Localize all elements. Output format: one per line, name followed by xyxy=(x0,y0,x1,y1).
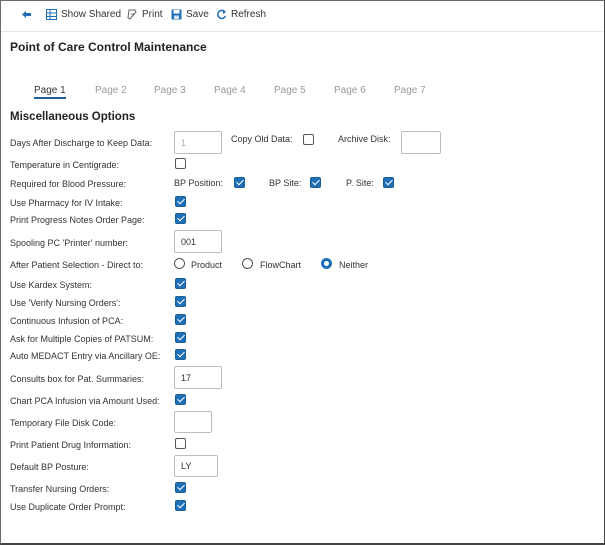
consults-box-input[interactable]: 17 xyxy=(174,366,222,389)
auto-medact-label: Auto MEDACT Entry via Ancillary OE: xyxy=(10,351,161,361)
use-pharmacy-label: Use Pharmacy for IV Intake: xyxy=(10,198,123,208)
radio-product[interactable] xyxy=(174,258,185,269)
toolbar: Show Shared Print Save Refresh xyxy=(1,1,604,32)
chart-pca-checkbox[interactable] xyxy=(175,394,186,405)
save-icon xyxy=(171,9,182,20)
radio-product-label: Product xyxy=(191,260,223,270)
temperature-checkbox[interactable] xyxy=(175,158,186,169)
days-after-discharge-label: Days After Discharge to Keep Data: xyxy=(10,138,153,148)
continuous-pca-checkbox[interactable] xyxy=(175,314,186,325)
days-after-discharge-input[interactable]: 1 xyxy=(174,131,222,154)
transfer-nursing-checkbox[interactable] xyxy=(175,482,186,493)
bp-site-label: BP Site: xyxy=(269,178,302,188)
tab-page-6[interactable]: Page 6 xyxy=(334,85,366,96)
continuous-pca-label: Continuous Infusion of PCA: xyxy=(10,316,124,326)
print-progress-checkbox[interactable] xyxy=(175,213,186,224)
radio-neither[interactable] xyxy=(321,258,332,269)
use-kardex-label: Use Kardex System: xyxy=(10,280,93,290)
temp-file-disk-label: Temporary File Disk Code: xyxy=(10,418,117,428)
transfer-nursing-label: Transfer Nursing Orders: xyxy=(10,484,110,494)
ask-multiple-label: Ask for Multiple Copies of PATSUM: xyxy=(10,334,154,344)
save-label: Save xyxy=(186,9,209,20)
copy-old-data-label: Copy Old Data: xyxy=(231,134,293,144)
verify-nursing-checkbox[interactable] xyxy=(175,296,186,307)
grid-icon xyxy=(46,9,57,20)
bp-position-checkbox[interactable] xyxy=(234,177,245,188)
archive-disk-input[interactable] xyxy=(401,131,441,154)
p-site-checkbox[interactable] xyxy=(383,177,394,188)
use-pharmacy-checkbox[interactable] xyxy=(175,196,186,207)
required-bp-label: Required for Blood Pressure: xyxy=(10,179,127,189)
radio-neither-label: Neither xyxy=(339,260,369,270)
p-site-label: P. Site: xyxy=(346,178,374,188)
tab-page-7[interactable]: Page 7 xyxy=(394,85,426,96)
window-frame: Show Shared Print Save Refresh Point of … xyxy=(0,0,605,545)
refresh-icon xyxy=(217,9,227,20)
tab-page-3[interactable]: Page 3 xyxy=(154,85,186,96)
temperature-label: Temperature in Centigrade: xyxy=(10,160,120,170)
temp-file-disk-input[interactable] xyxy=(174,411,212,433)
duplicate-order-label: Use Duplicate Order Prompt: xyxy=(10,502,126,512)
tab-page-4[interactable]: Page 4 xyxy=(214,85,246,96)
spooling-pc-label: Spooling PC 'Printer' number: xyxy=(10,238,128,248)
print-progress-label: Print Progress Notes Order Page: xyxy=(10,215,145,225)
print-button[interactable]: Print xyxy=(127,9,163,20)
bp-site-checkbox[interactable] xyxy=(310,177,321,188)
refresh-button[interactable]: Refresh xyxy=(216,9,266,20)
print-icon xyxy=(127,9,137,20)
tab-page-5[interactable]: Page 5 xyxy=(274,85,306,96)
spooling-pc-input[interactable]: 001 xyxy=(174,230,222,253)
verify-nursing-label: Use 'Verify Nursing Orders': xyxy=(10,298,121,308)
ask-multiple-checkbox[interactable] xyxy=(175,332,186,343)
consults-box-label: Consults box for Pat. Summaries: xyxy=(10,374,145,384)
print-patient-drug-label: Print Patient Drug Information: xyxy=(10,440,132,450)
page-title: Point of Care Control Maintenance xyxy=(10,40,207,54)
radio-flowchart[interactable] xyxy=(242,258,253,269)
section-heading: Miscellaneous Options xyxy=(10,111,136,123)
archive-disk-label: Archive Disk: xyxy=(338,134,391,144)
refresh-label: Refresh xyxy=(231,9,267,20)
print-label: Print xyxy=(142,9,163,20)
print-patient-drug-checkbox[interactable] xyxy=(175,438,186,449)
tab-page-1[interactable]: Page 1 xyxy=(34,85,66,99)
page-tabs: Page 1 Page 2 Page 3 Page 4 Page 5 Page … xyxy=(1,85,604,101)
auto-medact-checkbox[interactable] xyxy=(175,349,186,360)
chart-pca-label: Chart PCA Infusion via Amount Used: xyxy=(10,396,160,406)
radio-flowchart-label: FlowChart xyxy=(260,260,302,270)
bp-position-label: BP Position: xyxy=(174,178,223,188)
after-patient-label: After Patient Selection - Direct to: xyxy=(10,260,144,270)
default-bp-input[interactable]: LY xyxy=(174,455,218,477)
show-shared-label: Show Shared xyxy=(61,9,122,20)
copy-old-data-checkbox[interactable] xyxy=(303,134,314,145)
use-kardex-checkbox[interactable] xyxy=(175,278,186,289)
show-shared-button[interactable]: Show Shared xyxy=(46,9,121,20)
back-icon[interactable] xyxy=(21,9,32,20)
default-bp-label: Default BP Posture: xyxy=(10,462,89,472)
save-button[interactable]: Save xyxy=(171,9,209,20)
tab-page-2[interactable]: Page 2 xyxy=(95,85,127,96)
duplicate-order-checkbox[interactable] xyxy=(175,500,186,511)
